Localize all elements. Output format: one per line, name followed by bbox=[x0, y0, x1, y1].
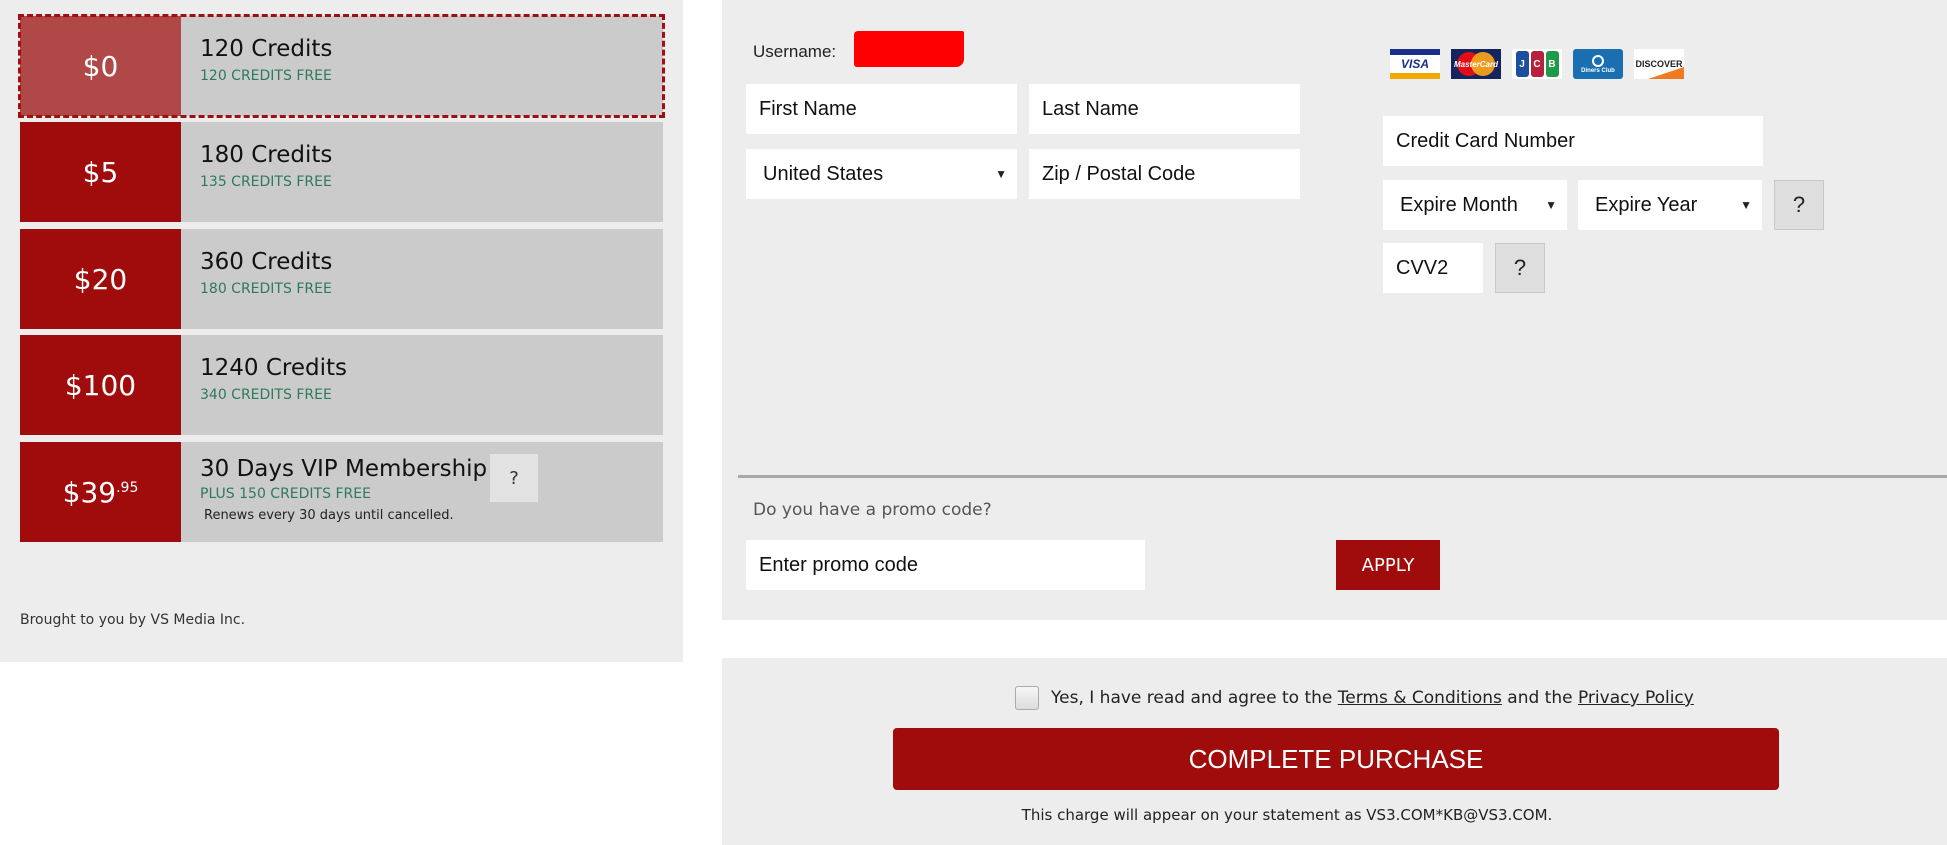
visa-icon: VISA bbox=[1390, 49, 1440, 79]
expire-month-value: Expire Month bbox=[1400, 193, 1518, 216]
agree-prefix: Yes, I have read and agree to the bbox=[1051, 688, 1338, 708]
package-title: 1240 Credits bbox=[200, 355, 347, 381]
last-name-input[interactable] bbox=[1042, 97, 1300, 121]
package-subtitle: 135 CREDITS FREE bbox=[200, 173, 332, 190]
username-label: Username: bbox=[753, 42, 837, 61]
package-info: 1240 Credits 340 CREDITS FREE bbox=[181, 335, 663, 435]
vip-help-button[interactable]: ? bbox=[490, 454, 538, 502]
package-price: $100 bbox=[20, 335, 181, 435]
package-option-360-credits[interactable]: $20 360 Credits 180 CREDITS FREE bbox=[20, 229, 663, 329]
package-subtitle: 340 CREDITS FREE bbox=[200, 386, 332, 403]
agree-middle: and the bbox=[1501, 688, 1578, 708]
cvv-field[interactable] bbox=[1383, 243, 1483, 293]
package-title: 360 Credits bbox=[200, 249, 333, 275]
package-subtitle: PLUS 150 CREDITS FREE bbox=[200, 485, 371, 502]
discover-label: DISCOVER bbox=[1635, 59, 1683, 69]
section-divider bbox=[738, 475, 1947, 478]
package-info: 360 Credits 180 CREDITS FREE bbox=[181, 229, 663, 329]
billing-panel: Username: United States ▼ VISA MasterCar… bbox=[722, 0, 1947, 620]
discover-icon: DISCOVER bbox=[1634, 49, 1684, 79]
apply-promo-button[interactable]: APPLY bbox=[1336, 540, 1440, 590]
package-info: 30 Days VIP Membership PLUS 150 CREDITS … bbox=[181, 442, 663, 542]
terms-checkbox[interactable] bbox=[1015, 686, 1039, 710]
first-name-field[interactable] bbox=[746, 84, 1017, 134]
mastercard-label: MasterCard bbox=[1453, 59, 1498, 69]
package-price: $39.95 bbox=[20, 442, 181, 542]
zip-field[interactable] bbox=[1029, 149, 1300, 199]
diners-club-icon: Diners Club bbox=[1573, 49, 1623, 79]
package-info: 120 Credits 120 CREDITS FREE bbox=[181, 16, 663, 116]
zip-input[interactable] bbox=[1042, 162, 1300, 186]
card-number-input[interactable] bbox=[1396, 129, 1763, 153]
first-name-input[interactable] bbox=[759, 97, 1017, 121]
expire-month-select[interactable]: Expire Month ▼ bbox=[1383, 180, 1567, 230]
promo-question: Do you have a promo code? bbox=[753, 500, 992, 520]
package-title: 30 Days VIP Membership bbox=[200, 456, 488, 482]
package-info: 180 Credits 135 CREDITS FREE bbox=[181, 122, 663, 222]
last-name-field[interactable] bbox=[1029, 84, 1300, 134]
package-panel: $0 120 Credits 120 CREDITS FREE $5 180 C… bbox=[0, 0, 683, 662]
package-price: $20 bbox=[20, 229, 181, 329]
price-cents: .95 bbox=[116, 480, 139, 496]
package-option-vip-membership[interactable]: $39.95 30 Days VIP Membership PLUS 150 C… bbox=[20, 442, 663, 542]
promo-code-field[interactable] bbox=[746, 540, 1145, 590]
checkout-panel: Yes, I have read and agree to the Terms … bbox=[722, 658, 1947, 845]
statement-note: This charge will appear on your statemen… bbox=[1021, 806, 1553, 824]
package-option-120-credits[interactable]: $0 120 Credits 120 CREDITS FREE bbox=[18, 14, 665, 118]
terms-agreement: Yes, I have read and agree to the Terms … bbox=[1015, 686, 1694, 710]
package-subtitle: 120 CREDITS FREE bbox=[200, 67, 332, 84]
accepted-cards: VISA MasterCard JCB Diners Club DISCOVER bbox=[1390, 49, 1684, 79]
privacy-link[interactable]: Privacy Policy bbox=[1578, 688, 1694, 708]
diners-label: Diners Club bbox=[1581, 67, 1615, 74]
mastercard-icon: MasterCard bbox=[1451, 49, 1501, 79]
promo-code-input[interactable] bbox=[759, 553, 1145, 577]
chevron-down-icon: ▼ bbox=[1545, 198, 1557, 212]
username-redacted bbox=[854, 31, 964, 67]
footer-credit: Brought to you by VS Media Inc. bbox=[20, 612, 246, 628]
expire-year-value: Expire Year bbox=[1595, 193, 1698, 216]
package-subtitle: 180 CREDITS FREE bbox=[200, 280, 332, 297]
package-title: 180 Credits bbox=[200, 142, 333, 168]
cvv-help-button[interactable]: ? bbox=[1495, 243, 1545, 293]
package-title: 120 Credits bbox=[200, 36, 333, 62]
cvv-input[interactable] bbox=[1396, 256, 1483, 280]
country-select[interactable]: United States ▼ bbox=[746, 149, 1017, 199]
package-price: $0 bbox=[20, 16, 181, 116]
package-renewal-note: Renews every 30 days until cancelled. bbox=[204, 507, 454, 523]
card-number-field[interactable] bbox=[1383, 116, 1763, 166]
jcb-icon: JCB bbox=[1512, 49, 1562, 79]
package-option-180-credits[interactable]: $5 180 Credits 135 CREDITS FREE bbox=[20, 122, 663, 222]
chevron-down-icon: ▼ bbox=[1740, 198, 1752, 212]
visa-label: VISA bbox=[1400, 57, 1429, 71]
terms-link[interactable]: Terms & Conditions bbox=[1338, 688, 1502, 708]
country-value: United States bbox=[763, 162, 884, 185]
price-dollars: $39 bbox=[62, 475, 117, 509]
expiry-help-button[interactable]: ? bbox=[1774, 180, 1824, 230]
chevron-down-icon: ▼ bbox=[995, 167, 1007, 181]
complete-purchase-button[interactable]: COMPLETE PURCHASE bbox=[893, 728, 1779, 790]
expire-year-select[interactable]: Expire Year ▼ bbox=[1578, 180, 1762, 230]
package-option-1240-credits[interactable]: $100 1240 Credits 340 CREDITS FREE bbox=[20, 335, 663, 435]
package-price: $5 bbox=[20, 122, 181, 222]
